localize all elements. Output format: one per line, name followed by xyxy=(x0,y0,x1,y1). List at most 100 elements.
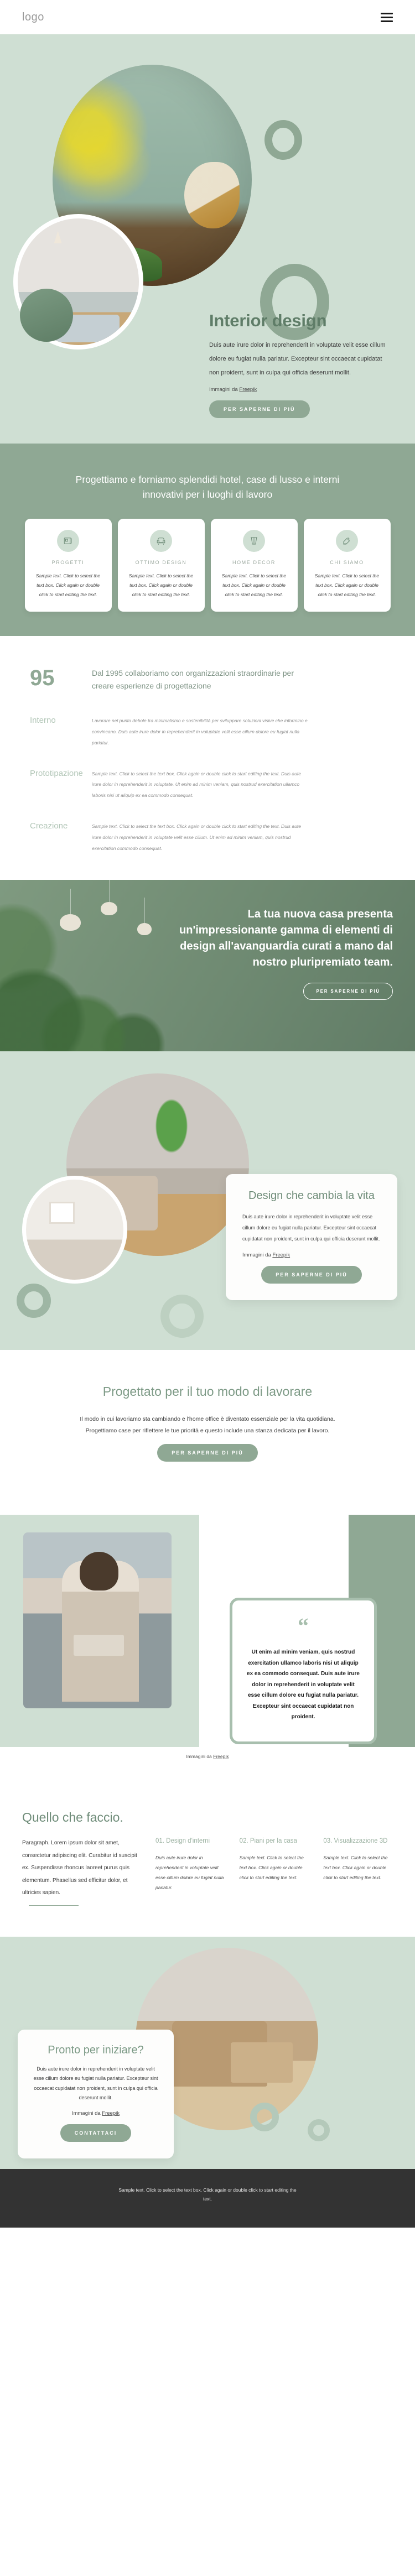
what-i-do-column: 01. Design d'interni Duis aute irure dol… xyxy=(155,1837,225,1906)
service-text: Sample text. Click to select the text bo… xyxy=(221,573,287,598)
column-title: 02. Piani per la casa xyxy=(239,1838,297,1845)
service-text: Sample text. Click to select the text bo… xyxy=(314,573,380,598)
promo-cta-button[interactable]: PER SAPERNE DI PIÙ xyxy=(303,982,393,1000)
what-i-do-intro: Paragraph. Lorem ipsum dolor sit amet, c… xyxy=(22,1840,137,1896)
what-i-do-column: 02. Piani per la casa Sample text. Click… xyxy=(240,1837,309,1906)
leaf-shape xyxy=(147,1084,197,1168)
change-credit: Immagini da Freepik xyxy=(242,1252,381,1258)
work-heading: Progettato per il tuo modo di lavorare xyxy=(102,1384,313,1399)
promo-banner-section: La tua nuova casa presenta un'impression… xyxy=(0,880,415,1052)
armchair-icon xyxy=(150,530,172,552)
credit-prefix: Immagini da xyxy=(242,1252,273,1258)
hero-body: Duis aute irure dolor in reprehenderit i… xyxy=(209,342,386,376)
column-text: Sample text. Click to select the text bo… xyxy=(239,1855,304,1880)
credit-prefix: Immagini da xyxy=(209,387,240,393)
service-text: Sample text. Click to select the text bo… xyxy=(35,573,101,598)
freepik-link[interactable]: Freepik xyxy=(272,1252,290,1258)
service-card[interactable]: OTTIMO DESIGN Sample text. Click to sele… xyxy=(117,519,205,612)
service-text: Sample text. Click to select the text bo… xyxy=(128,573,194,598)
what-i-do-heading: Quello che faccio. xyxy=(22,1810,123,1825)
credit-prefix: Immagini da xyxy=(186,1754,214,1760)
experience-row-key: Creazione xyxy=(30,821,68,831)
what-i-do-intro-col: Paragraph. Lorem ipsum dolor sit amet, c… xyxy=(22,1837,141,1906)
freepik-link[interactable]: Freepik xyxy=(102,2110,120,2116)
service-card[interactable]: PROGETTI Sample text. Click to select th… xyxy=(24,519,112,612)
work-body: Il modo in cui lavoriamo sta cambiando e… xyxy=(80,1416,335,1434)
services-card-list: PROGETTI Sample text. Click to select th… xyxy=(11,519,404,612)
services-heading: Progettiamo e forniamo splendidi hotel, … xyxy=(75,474,340,500)
life-changing-design-section: Design che cambia la vita Duis aute irur… xyxy=(0,1051,415,1350)
life-changing-body: Duis aute irure dolor in reprehenderit i… xyxy=(242,1214,380,1242)
column-text: Sample text. Click to select the text bo… xyxy=(323,1855,388,1880)
testimonial-credit: Immagini da Freepik xyxy=(0,1754,415,1759)
services-section: Progettiamo e forniamo splendidi hotel, … xyxy=(0,444,415,637)
decorative-ring xyxy=(160,1295,204,1338)
contact-credit: Immagini da Freepik xyxy=(33,2110,158,2116)
change-cta-wrap: PER SAPERNE DI PIÙ xyxy=(242,1258,381,1284)
testimonial-card: “ Ut enim ad minim veniam, quis nostrud … xyxy=(230,1598,377,1744)
years-number: 95 xyxy=(30,666,55,691)
what-i-do-grid: Paragraph. Lorem ipsum dolor sit amet, c… xyxy=(22,1837,393,1906)
hamburger-bar xyxy=(381,16,393,18)
life-changing-title: Design che cambia la vita xyxy=(248,1190,375,1202)
curtain-icon xyxy=(243,530,265,552)
contact-card: Pronto per iniziare? Duis aute irure dol… xyxy=(18,2029,174,2158)
decorative-ring-small xyxy=(264,120,302,160)
experience-lead: Dal 1995 collaboriamo con organizzazioni… xyxy=(92,669,294,690)
service-card[interactable]: HOME DECOR Sample text. Click to select … xyxy=(210,519,298,612)
contact-body: Duis aute irure dolor in reprehenderit i… xyxy=(33,2066,158,2101)
contact-title: Pronto per iniziare? xyxy=(48,2043,144,2056)
hero-copy: Interior design Duis aute irure dolor in… xyxy=(209,311,392,419)
experience-row-key: Interno xyxy=(30,715,56,725)
hair-shape xyxy=(79,1552,118,1591)
credit-prefix: Immagini da xyxy=(71,2110,102,2116)
experience-row-value: Sample text. Click to select the text bo… xyxy=(92,770,301,799)
contact-cta-section: Pronto per iniziare? Duis aute irure dol… xyxy=(0,1936,415,2169)
hamburger-menu-icon[interactable] xyxy=(381,12,393,22)
experience-row: Prototipazione Sample text. Click to sel… xyxy=(19,769,396,802)
pendant-lamp-icon xyxy=(101,880,117,916)
picture-frame-shape xyxy=(49,1202,75,1224)
contact-button[interactable]: CONTATTACI xyxy=(60,2124,132,2142)
interior-inset-photo xyxy=(22,1176,127,1284)
promo-copy: La tua nuova casa presenta un'impression… xyxy=(172,906,393,1000)
experience-section: 95 Dal 1995 collaboriamo con organizzazi… xyxy=(0,636,415,880)
experience-row: Interno Lavorare nel punto debole tra mi… xyxy=(19,716,396,749)
experience-rows: Interno Lavorare nel punto debole tra mi… xyxy=(19,716,396,855)
divider xyxy=(29,1905,79,1906)
decorative-ring xyxy=(250,2102,279,2131)
hero-credit: Immagini da Freepik xyxy=(209,387,392,393)
pendant-lamp-icon xyxy=(60,889,81,931)
freepik-link[interactable]: Freepik xyxy=(239,387,257,393)
testimonial-photo xyxy=(23,1532,172,1709)
service-card[interactable]: CHI SIAMO Sample text. Click to select t… xyxy=(303,519,391,612)
site-header: logo xyxy=(0,0,415,34)
lamp-shape xyxy=(54,231,62,243)
what-i-do-columns: 01. Design d'interni Duis aute irure dol… xyxy=(155,1837,393,1906)
book-shape xyxy=(74,1634,124,1656)
change-cta-button[interactable]: PER SAPERNE DI PIÙ xyxy=(261,1265,362,1284)
hamburger-bar xyxy=(381,20,393,22)
freepik-link[interactable]: Freepik xyxy=(213,1754,229,1759)
work-section: Progettato per il tuo modo di lavorare I… xyxy=(0,1350,415,1494)
logo[interactable]: logo xyxy=(22,11,44,24)
hero-cta-button[interactable]: PER SAPERNE DI PIÙ xyxy=(209,400,310,419)
life-changing-card: Design che cambia la vita Duis aute irur… xyxy=(226,1174,397,1300)
work-cta-button[interactable]: PER SAPERNE DI PIÙ xyxy=(157,1444,258,1462)
palette-icon xyxy=(336,530,358,552)
experience-row: Creazione Sample text. Click to select t… xyxy=(19,821,396,854)
what-i-do-section: Quello che faccio. Paragraph. Lorem ipsu… xyxy=(0,1781,415,1937)
column-text: Duis aute irure dolor in reprehenderit i… xyxy=(155,1855,224,1890)
testimonial-text: Ut enim ad minim veniam, quis nostrud ex… xyxy=(247,1649,360,1720)
footer-text: Sample text. Click to select the text bo… xyxy=(118,2187,297,2202)
table-shape xyxy=(230,2042,293,2083)
blueprint-icon xyxy=(57,530,79,552)
what-i-do-column: 03. Visualizzazione 3D Sample text. Clic… xyxy=(323,1837,393,1906)
pendant-lamp-icon xyxy=(137,898,152,936)
promo-heading: La tua nuova casa presenta un'impression… xyxy=(179,908,393,968)
testimonial-section: “ Ut enim ad minim veniam, quis nostrud … xyxy=(0,1494,415,1782)
page-title: Interior design xyxy=(209,311,327,330)
column-title: 01. Design d'interni xyxy=(155,1838,210,1845)
experience-row-key: Prototipazione xyxy=(30,768,83,778)
experience-row-value: Lavorare nel punto debole tra minimalism… xyxy=(92,717,308,745)
